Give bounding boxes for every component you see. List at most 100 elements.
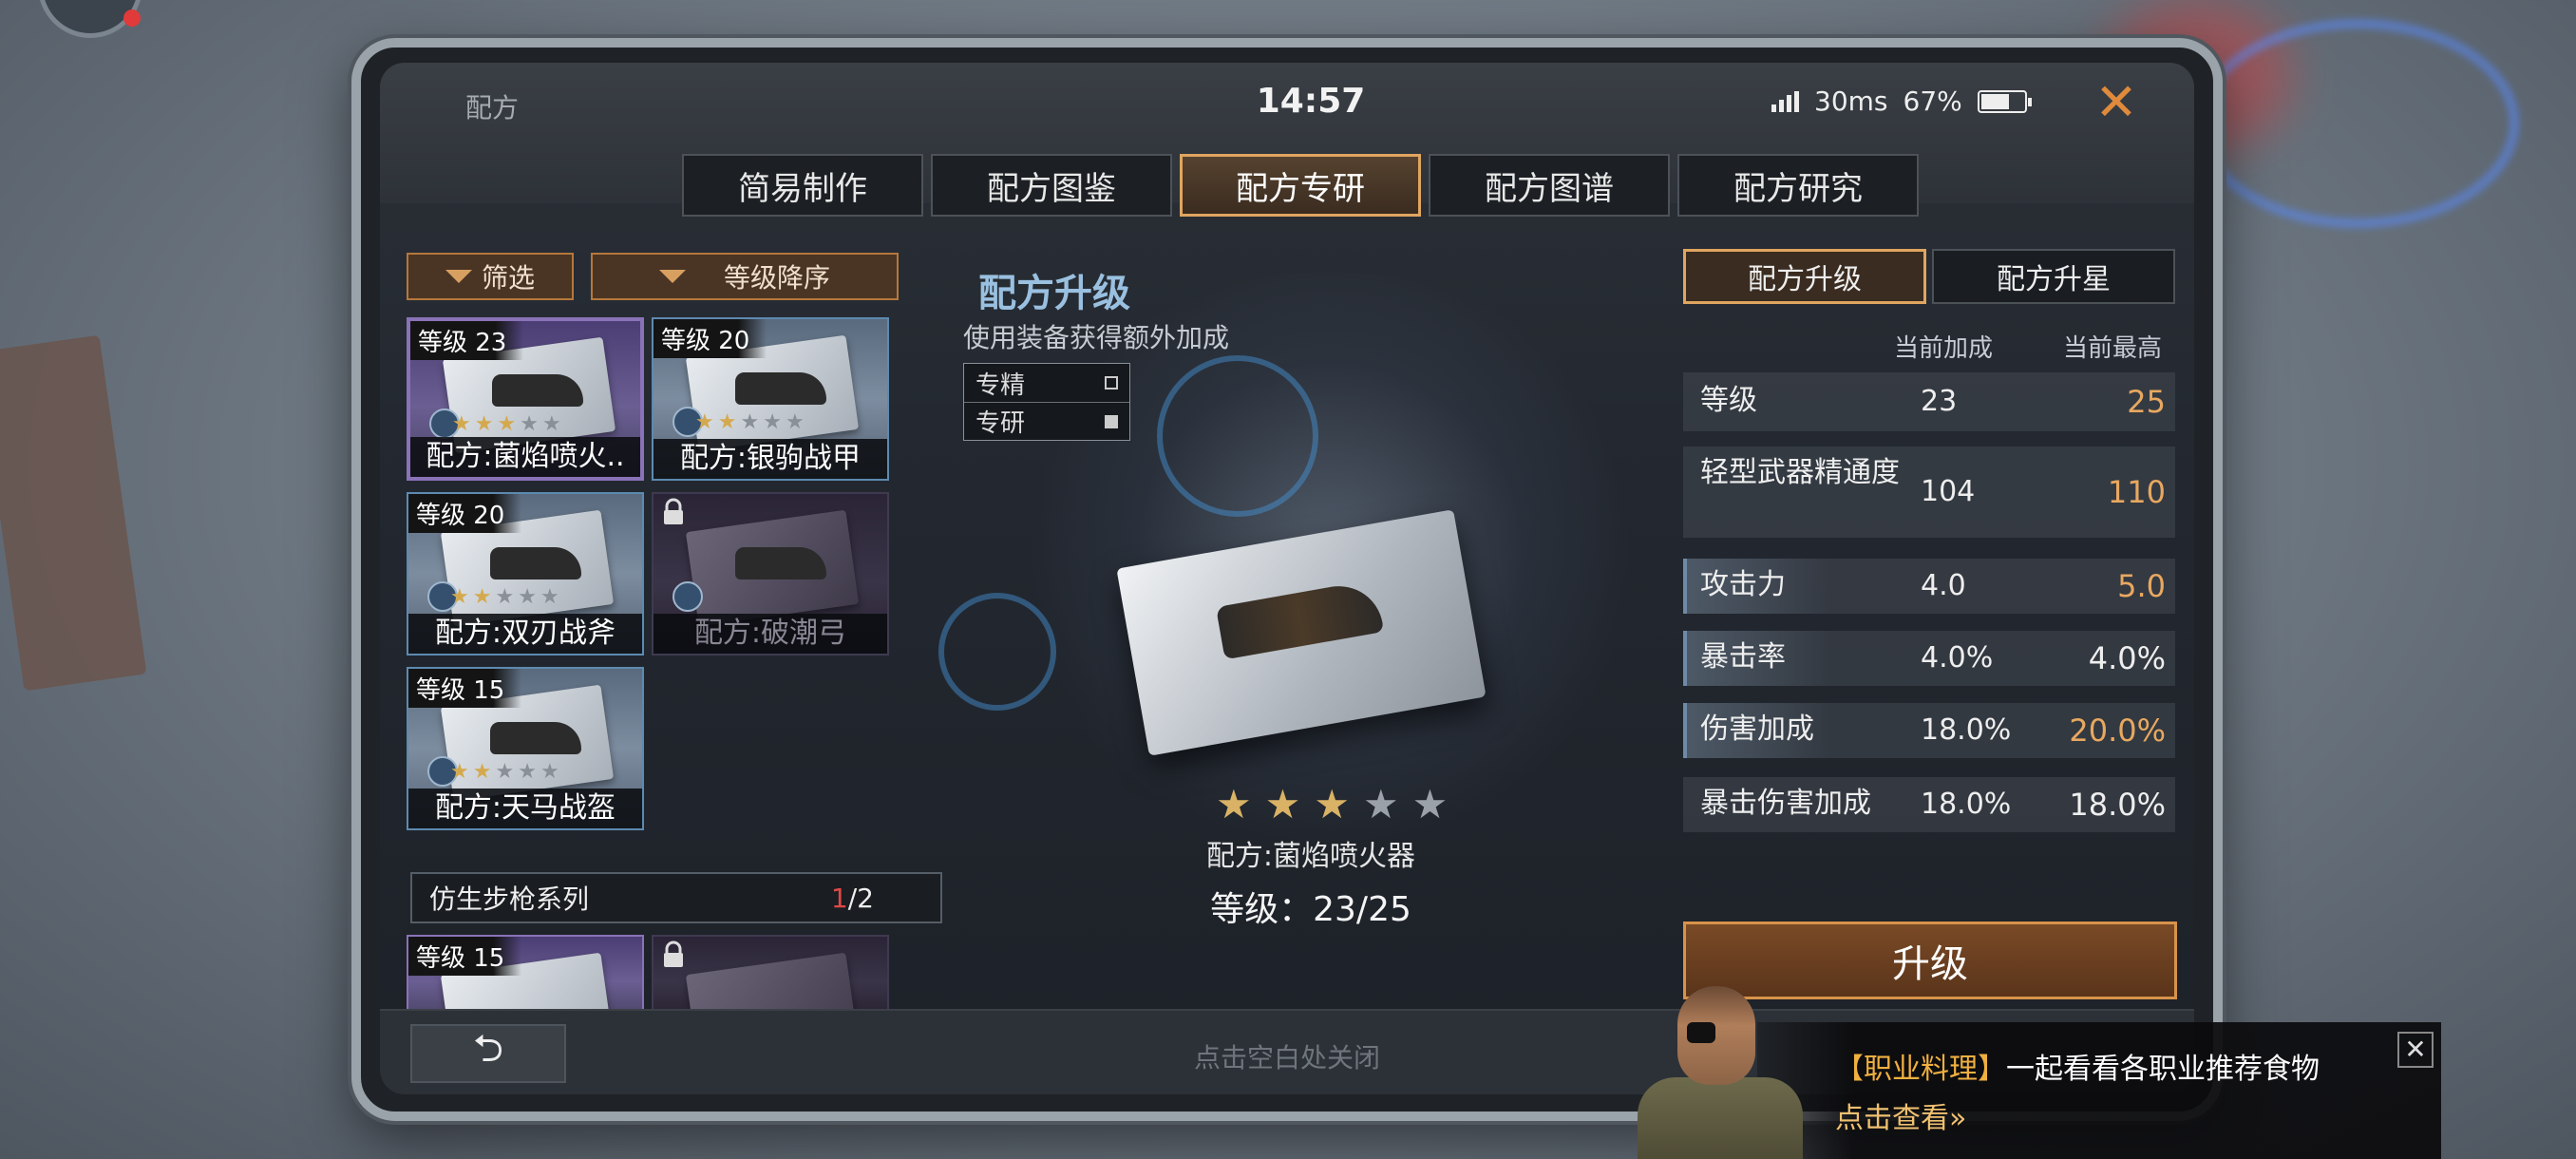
- tab-2[interactable]: 配方专研: [1180, 154, 1421, 217]
- tab-3[interactable]: 配方图谱: [1429, 154, 1670, 217]
- recipe-name: 配方:银驹战甲: [653, 439, 887, 479]
- star-icon: ★: [695, 410, 714, 434]
- recipe-level: 等级 23: [410, 321, 524, 360]
- stat-row: 轻型武器精通度 104 110: [1683, 446, 2175, 538]
- mode-option[interactable]: 专精: [964, 364, 1129, 402]
- stat-max: 4.0%: [2088, 640, 2166, 676]
- star-icon: ★: [518, 760, 537, 784]
- mode-selector: 专精 专研: [963, 363, 1130, 441]
- recipe-card[interactable]: 配方:破潮弓: [652, 492, 889, 656]
- recipe-card[interactable]: 等级 15 ★ ★ ★ ★ ★ 配方:天马战盔: [407, 667, 644, 830]
- tablet-screen: 配方 14:57 30ms 67% ✕ 简易制作 配方图鉴 配方专研 配方图谱 配方研究…: [380, 63, 2194, 1094]
- series-header[interactable]: 仿生步枪系列 1/2: [410, 872, 942, 923]
- star-icon: ★: [472, 760, 492, 784]
- weapon-icon: [735, 372, 826, 405]
- stat-max: 20.0%: [2069, 712, 2166, 749]
- notification-banner[interactable]: [1757, 1022, 2441, 1159]
- recipe-card[interactable]: [652, 935, 889, 1020]
- stat-max: 18.0%: [2069, 787, 2166, 823]
- star-icon: ★: [1411, 781, 1449, 827]
- mode-option[interactable]: 专研: [964, 402, 1129, 440]
- filter-button[interactable]: 筛选: [407, 253, 574, 300]
- recipe-card[interactable]: 等级 20 ★ ★ ★ ★ ★ 配方:双刃战斧: [407, 492, 644, 656]
- star-icon: ★: [740, 410, 760, 434]
- battery-icon: [1977, 89, 2032, 113]
- stat-current: 104: [1921, 475, 1976, 508]
- star-icon: ★: [495, 585, 515, 609]
- star-icon: ★: [1264, 781, 1301, 827]
- star-icon: ★: [450, 760, 469, 784]
- star-icon: ★: [763, 410, 782, 434]
- subtab-1[interactable]: 配方升星: [1932, 249, 2175, 304]
- recipe-tablet: 配方 14:57 30ms 67% ✕ 简易制作 配方图鉴 配方专研 配方图谱 配方研究…: [351, 38, 2223, 1121]
- star-icon: ★: [474, 412, 494, 436]
- star-icon: ★: [717, 410, 737, 434]
- background-neon-sign: [2196, 19, 2519, 228]
- star-icon: ★: [452, 412, 471, 436]
- ring-decoration-icon: [1157, 355, 1318, 517]
- weapon-icon: [735, 547, 826, 580]
- stat-name: 轻型武器精通度: [1700, 456, 1900, 489]
- stat-name: 暴击伤害加成: [1700, 787, 1871, 820]
- tab-0[interactable]: 简易制作: [682, 154, 923, 217]
- star-icon: ★: [450, 585, 469, 609]
- star-icon: ★: [540, 760, 559, 784]
- battery-text: 67%: [1903, 86, 1962, 117]
- app-title: 配方: [465, 92, 520, 124]
- star-icon: ★: [472, 585, 492, 609]
- stat-row: 暴击伤害加成 18.0% 18.0%: [1683, 777, 2175, 832]
- checkbox-icon: [1105, 414, 1118, 428]
- series-name: 仿生步枪系列: [429, 884, 590, 915]
- subtab-0[interactable]: 配方升级: [1683, 249, 1926, 304]
- recipe-level: 等级 15: [408, 937, 522, 976]
- star-rating: ★ ★ ★ ★ ★: [1216, 781, 1448, 827]
- stat-row: 攻击力 4.0 5.0: [1683, 559, 2175, 614]
- filter-label: 筛选: [481, 262, 535, 294]
- stat-row: 等级 23 25: [1683, 372, 2175, 431]
- stat-max: 110: [2107, 474, 2166, 510]
- stat-name: 暴击率: [1700, 640, 1786, 674]
- recipe-card[interactable]: 等级 15: [407, 935, 644, 1020]
- stat-current: 18.0%: [1921, 788, 2012, 821]
- column-max-header: 当前最高: [2063, 334, 2163, 363]
- chevron-down-icon: [658, 270, 686, 283]
- series-count: 1/2: [830, 882, 874, 914]
- close-icon[interactable]: ✕: [2090, 76, 2143, 129]
- clock: 14:57: [1256, 82, 1366, 121]
- notification-link[interactable]: 点击查看»: [1835, 1094, 1966, 1136]
- sort-button[interactable]: 等级降序: [591, 253, 899, 300]
- tab-4[interactable]: 配方研究: [1677, 154, 1919, 217]
- recipe-stars: ★ ★ ★ ★ ★: [695, 410, 805, 434]
- star-icon: ★: [1362, 781, 1399, 827]
- stat-current: 23: [1921, 385, 1958, 418]
- weapon-icon: [490, 547, 581, 580]
- lock-icon: [661, 940, 686, 969]
- recipe-name: 配方:天马战盔: [408, 788, 642, 828]
- star-icon: ★: [495, 760, 515, 784]
- eyepatch-icon: [1687, 1022, 1715, 1043]
- stat-current: 4.0%: [1921, 641, 1994, 674]
- recipe-name: 配方:双刃战斧: [408, 614, 642, 654]
- recipe-level: 等级 20: [408, 494, 522, 533]
- stat-name: 攻击力: [1700, 568, 1786, 601]
- stat-max: 25: [2127, 384, 2166, 420]
- recipe-name: 配方:菌焰喷火..: [410, 437, 640, 477]
- recipe-card[interactable]: 等级 20 ★ ★ ★ ★ ★ 配方:银驹战甲: [652, 317, 889, 481]
- star-icon: ★: [520, 412, 539, 436]
- stat-row: 伤害加成 18.0% 20.0%: [1683, 703, 2175, 758]
- sort-label: 等级降序: [723, 262, 830, 294]
- notification-dot: [123, 10, 141, 27]
- star-icon: ★: [518, 585, 537, 609]
- notification-message: 【职业料理】一起看看各职业推荐食物: [1835, 1053, 2320, 1086]
- weapon-icon: [492, 374, 583, 407]
- star-icon: ★: [1216, 781, 1252, 827]
- star-icon: ★: [497, 412, 517, 436]
- chevron-down-icon: [445, 270, 472, 283]
- tab-1[interactable]: 配方图鉴: [931, 154, 1172, 217]
- recipe-card[interactable]: 等级 23 ★ ★ ★ ★ ★ 配方:菌焰喷火..: [407, 317, 644, 481]
- lock-icon: [661, 498, 686, 526]
- recipe-stars: ★ ★ ★ ★ ★: [450, 585, 559, 609]
- recipe-name: 配方:破潮弓: [653, 614, 887, 654]
- item-level: 等级：23/25: [1210, 890, 1411, 929]
- notification-close-icon[interactable]: ✕: [2397, 1032, 2434, 1068]
